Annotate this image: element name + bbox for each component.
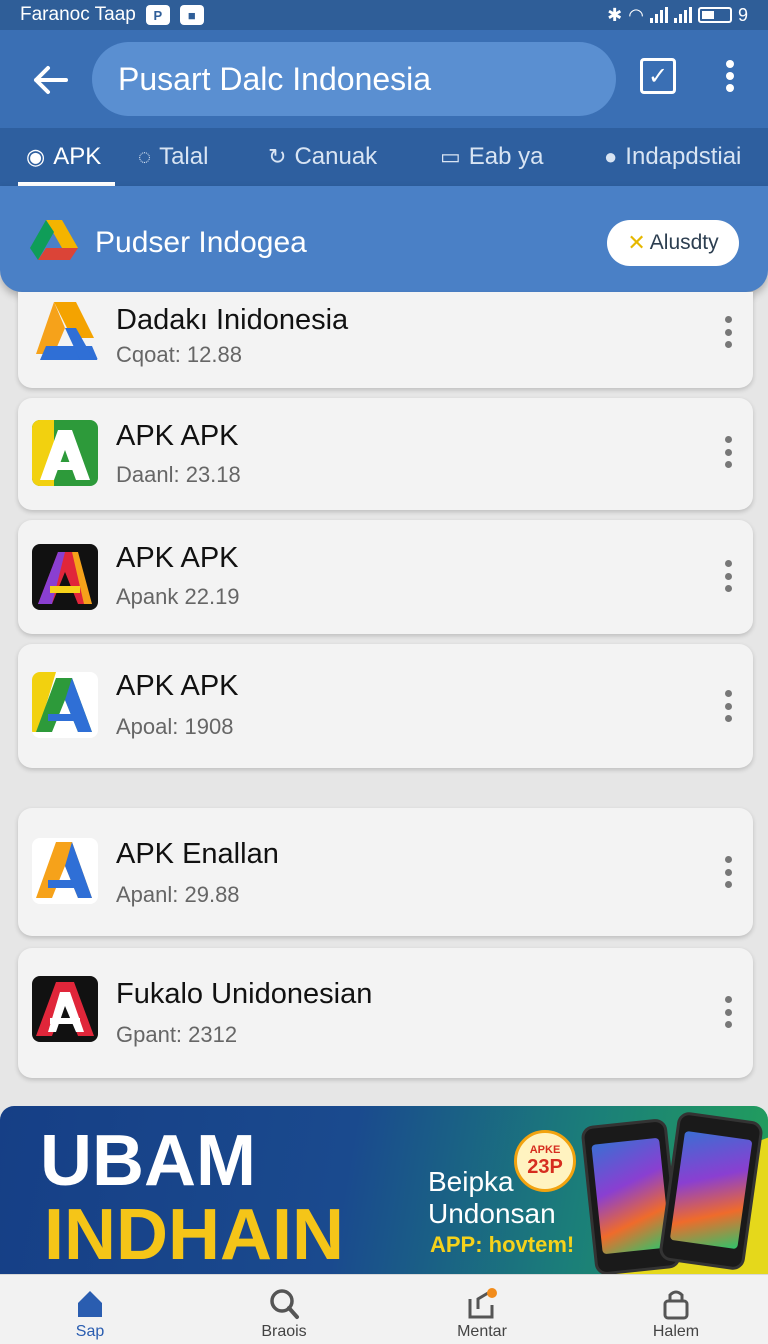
tab-canuak[interactable]: ↻ Canuak (268, 128, 377, 186)
apk-logo-icon (32, 838, 98, 904)
item-menu-icon[interactable] (718, 686, 738, 726)
tab-label: APK (53, 143, 102, 170)
list-item[interactable]: Fukalo Unidonesian Gpant: 2312 (18, 948, 753, 1078)
app-name: Fukalo Unidonesian (116, 978, 373, 1010)
notification-square-icon: ■ (179, 5, 204, 25)
item-menu-icon[interactable] (718, 556, 738, 596)
inbox-icon: ▭ (440, 144, 461, 169)
list-item[interactable]: APK Enallan Apanl: 29.88 (18, 808, 753, 936)
nav-search[interactable]: Braois (224, 1287, 344, 1341)
list-item[interactable]: APK APK Daanl: 23.18 (18, 398, 753, 510)
apk-logo-icon (32, 672, 98, 738)
lock-icon (663, 1290, 689, 1320)
tab-label: Canuak (294, 143, 378, 170)
app-subtitle: Apanl: 29.88 (116, 882, 240, 907)
person-icon: ● (604, 144, 618, 169)
banner-badge-small: APKE (529, 1143, 561, 1156)
bluetooth-icon: ✱ (607, 4, 623, 25)
tab-talal[interactable]: ◌ Talal (138, 128, 208, 186)
battery-level-text: 9 (737, 4, 748, 25)
home-icon (78, 1291, 102, 1317)
nav-label: Mentar (457, 1323, 507, 1340)
banner-badge: APKE 23P (514, 1130, 576, 1192)
app-subtitle: Cqoat: 12.88 (116, 342, 242, 367)
app-name: APK APK (116, 542, 239, 574)
nav-label: Halem (652, 1323, 700, 1340)
chat-icon: ◌ (138, 144, 152, 169)
app-name: Dadakı Inidonesia (116, 304, 349, 336)
tab-bar: ◉ APK ◌ Talal ↻ Canuak ▭ Eab ya ● Indapd… (0, 128, 768, 186)
status-left-text: Faranoc Taap (20, 4, 136, 25)
app-bar: Pusart Dalc Indonesia ✓ (0, 30, 768, 128)
apk-logo-icon (32, 420, 98, 486)
banner-text-1: Beipka (428, 1166, 514, 1197)
app-name: APK APK (116, 420, 239, 452)
banner-badge-big: 23P (527, 1155, 563, 1178)
tab-indapdstiai[interactable]: ● Indapdstiai (604, 128, 741, 186)
search-text: Pusart Dalc Indonesia (118, 60, 432, 97)
list-item[interactable]: APK APK Apank 22.19 (18, 520, 753, 634)
share-icon (468, 1288, 497, 1319)
tab-apk[interactable]: ◉ APK (17, 128, 116, 186)
app-subtitle: Daanl: 23.18 (116, 462, 241, 487)
nav-home[interactable]: Sap (30, 1287, 150, 1341)
notification-p-icon: P (145, 5, 170, 25)
tab-label: Indapdstiai (625, 143, 742, 170)
section-action-button[interactable]: ✕ Alusdty (607, 220, 739, 266)
search-icon (270, 1289, 299, 1319)
wifi-icon: ◠ (628, 4, 644, 25)
more-vert-icon[interactable] (712, 56, 748, 96)
banner-text-2: Undonsan (428, 1198, 556, 1229)
nav-halem[interactable]: Halem (616, 1287, 736, 1341)
signal-icon-2 (673, 7, 692, 23)
list-item[interactable]: APK APK Apoal: 1908 (18, 644, 753, 768)
apk-logo-icon (32, 976, 98, 1042)
signal-icon (649, 7, 668, 23)
banner-headline-2: INDHAIN (44, 1195, 344, 1274)
checkbox-icon[interactable]: ✓ (640, 58, 676, 94)
promo-banner[interactable]: UBAM INDHAIN APKE 23P Beipka Undonsan AP… (0, 1106, 768, 1274)
section-header: Pudser Indogea ✕ Alusdty (0, 186, 768, 292)
item-menu-icon[interactable] (718, 312, 738, 352)
apk-logo-icon (36, 302, 98, 360)
banner-headline-1: UBAM (40, 1121, 256, 1201)
bottom-navigation: Sap Braois Mentar Halem (0, 1274, 768, 1344)
list-item[interactable]: Dadakı Inidonesia Cqoat: 12.88 (18, 292, 753, 388)
status-bar: Faranoc Taap P ■ ✱ ◠ 9 (0, 0, 768, 30)
section-action-label: Alusdty (649, 231, 719, 254)
battery-icon (697, 7, 732, 23)
app-subtitle: Apank 22.19 (116, 584, 240, 609)
tab-label: Talal (159, 143, 209, 170)
target-icon: ◉ (26, 144, 46, 169)
nav-label: Braois (261, 1323, 307, 1340)
item-menu-icon[interactable] (718, 992, 738, 1032)
item-menu-icon[interactable] (718, 432, 738, 472)
app-subtitle: Apoal: 1908 (116, 714, 234, 739)
nav-mentar[interactable]: Mentar (422, 1287, 542, 1341)
banner-text-3: APP: hovtem! (430, 1232, 575, 1257)
search-field[interactable]: Pusart Dalc Indonesia (92, 42, 616, 116)
app-subtitle: Gpant: 2312 (116, 1022, 238, 1047)
app-name: APK Enallan (116, 838, 279, 870)
section-title: Pudser Indogea (95, 226, 307, 259)
tab-label: Eab ya (468, 143, 544, 170)
refresh-icon: ↻ (268, 144, 287, 169)
phone-image (657, 1110, 765, 1272)
google-drive-logo-icon (30, 218, 78, 267)
nav-label: Sap (75, 1323, 105, 1340)
item-menu-icon[interactable] (718, 852, 738, 892)
app-name: APK APK (116, 670, 239, 702)
tab-eabya[interactable]: ▭ Eab ya (440, 128, 544, 186)
apk-logo-icon (32, 544, 98, 610)
back-arrow-icon[interactable] (24, 54, 76, 106)
tools-icon: ✕ (627, 230, 646, 255)
